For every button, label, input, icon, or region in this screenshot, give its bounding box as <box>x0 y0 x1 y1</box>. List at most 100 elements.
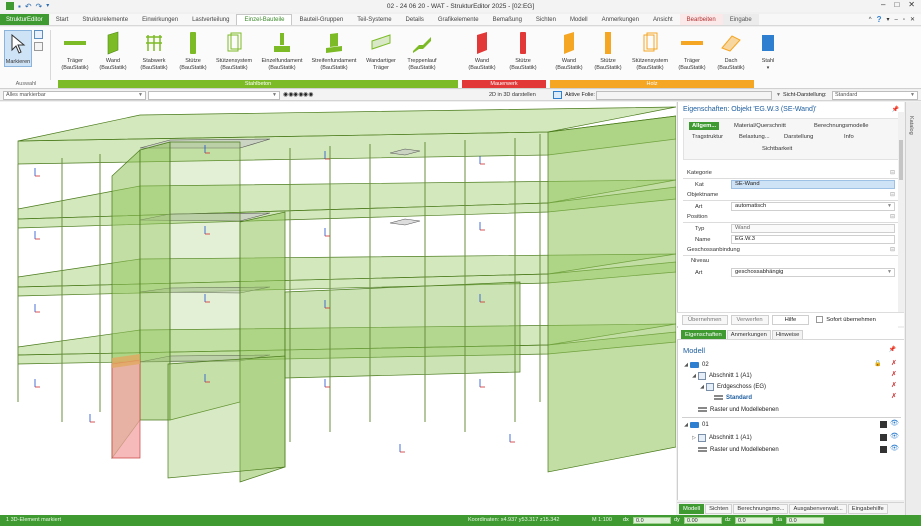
catalog-sidebar[interactable]: Katalog <box>905 102 921 515</box>
doc-restore-icon[interactable]: ▫ <box>903 17 905 23</box>
help-icon[interactable]: ? <box>877 15 882 24</box>
tab-eigenschaften[interactable]: Eigenschaften <box>681 330 726 339</box>
tree-node-erdgeschoss[interactable]: ◢ Erdgeschoss (EG) <box>698 381 766 392</box>
tree-node-02[interactable]: ◢ 02 <box>682 359 709 370</box>
tab-tragstruktur[interactable]: Tragstruktur <box>692 134 723 140</box>
visibility-off-icon[interactable]: ✗ <box>891 370 897 378</box>
help-button[interactable]: Hilfe <box>771 314 810 325</box>
redo-icon[interactable]: ↷ <box>36 2 43 11</box>
art-dropdown[interactable]: automatisch ▼ <box>731 202 895 211</box>
rc-frame-button[interactable]: Stabwerk (BauStatik) <box>134 30 174 71</box>
tab-modell-panel[interactable]: Modell <box>679 504 705 514</box>
checkbox-icon[interactable] <box>880 421 887 428</box>
maximize-button[interactable]: □ <box>894 0 899 9</box>
dy-field[interactable]: 0.00 <box>684 517 722 524</box>
tab-anmerkungen-panel[interactable]: Anmerkungen <box>726 330 771 339</box>
tab-hinweise[interactable]: Hinweise <box>771 330 804 339</box>
tab-bauteil-gruppen[interactable]: Bauteil-Gruppen <box>292 14 350 25</box>
section-kategorie[interactable]: Kategorie ⊟ <box>683 168 899 179</box>
tab-eingabehilfe-panel[interactable]: Eingabehilfe <box>847 504 888 514</box>
masonry-wall-button[interactable]: Wand (BauStatik) <box>462 30 502 71</box>
checkbox-icon[interactable] <box>880 434 887 441</box>
instant-apply-checkbox[interactable] <box>816 316 824 323</box>
doc-close-icon[interactable]: ✕ <box>910 16 915 23</box>
visibility-off-icon[interactable]: ✗ <box>891 359 897 367</box>
tab-einwirkungen[interactable]: Einwirkungen <box>135 14 185 25</box>
eye-icon[interactable]: 👁 <box>890 419 899 427</box>
timber-column-button[interactable]: Stütze (BauStatik) <box>589 30 627 71</box>
tab-allgemein[interactable]: Allgem... <box>689 122 720 130</box>
tab-anmerkungen[interactable]: Anmerkungen <box>595 14 646 25</box>
select-filter-dropdown[interactable]: Alles markierbar ▼ <box>3 91 146 100</box>
dx-field[interactable]: 0.0 <box>633 517 671 524</box>
tab-berechnungsmodelle-panel[interactable]: Berechnungsmo... <box>733 504 789 514</box>
tree-node-raster[interactable]: Raster und Modellebenen <box>698 404 779 415</box>
customize-qa-icon[interactable]: ▾ <box>46 2 49 11</box>
discard-button[interactable]: Verwerfen <box>730 314 769 325</box>
pin-icon[interactable]: 📌 <box>889 346 896 353</box>
rc-strip-footing-button[interactable]: Streifenfundament (BauStatik) <box>308 30 360 71</box>
catalog-label[interactable]: Katalog <box>908 116 914 135</box>
tab-ausgabenverwaltung-panel[interactable]: Ausgabenverwalt... <box>789 504 847 514</box>
niveau-art-dropdown[interactable]: geschossabhängig ▼ <box>731 268 895 277</box>
tab-eingabe[interactable]: Eingabe <box>722 14 759 25</box>
tab-grafikelemente[interactable]: Grafikelemente <box>431 14 486 25</box>
select-button[interactable]: Markieren <box>4 30 32 67</box>
rc-deep-beam-button[interactable]: Wandartiger Träger <box>361 30 401 71</box>
da-field[interactable]: 0.0 <box>786 517 824 524</box>
rc-column-button[interactable]: Stütze (BauStatik) <box>175 30 211 71</box>
collapse-ribbon-icon[interactable]: ^ <box>869 17 872 23</box>
doc-minimize-icon[interactable]: – <box>894 17 897 23</box>
lock-icon[interactable]: 🔒 <box>874 360 881 367</box>
rc-column-system-button[interactable]: Stützensystem (BauStatik) <box>212 30 256 71</box>
2d-in-3d-button[interactable]: 2D in 3D darstellen <box>489 92 536 98</box>
viewport-3d[interactable]: .slab { fill: #a8d27a; fill-opacity: 0.5… <box>0 102 676 515</box>
visibility-off-icon[interactable]: ✗ <box>891 381 897 389</box>
active-layer-field[interactable] <box>596 91 772 100</box>
tab-einzel-bauteile[interactable]: Einzel-Bauteile <box>236 14 293 25</box>
steel-button[interactable]: Stahl ▾ <box>758 30 778 71</box>
binoculars-next-icon[interactable]: ◉◉ <box>303 91 313 98</box>
tab-teil-systeme[interactable]: Teil-Systeme <box>350 14 398 25</box>
tab-lastverteilung[interactable]: Lastverteilung <box>185 14 236 25</box>
tree-node-abschnitt-01[interactable]: ▷ Abschnitt 1 (A1) <box>690 432 752 443</box>
apply-button[interactable]: Übernehmen <box>682 314 728 325</box>
timber-wall-button[interactable]: Wand (BauStatik) <box>550 30 588 71</box>
rc-stair-button[interactable]: Treppenlauf (BauStatik) <box>402 30 442 71</box>
section-geschoss[interactable]: Geschossanbindung ⊟ <box>683 245 899 256</box>
structure-model[interactable]: .slab { fill: #a8d27a; fill-opacity: 0.5… <box>0 102 676 515</box>
select-filter-icon[interactable] <box>34 42 43 51</box>
secondary-dropdown[interactable]: ▼ <box>148 91 280 100</box>
tree-node-standard[interactable]: Standard <box>714 392 752 403</box>
eye-icon[interactable]: 👁 <box>890 444 899 452</box>
kat-field[interactable]: SE-Wand <box>731 180 895 189</box>
binoculars-prev-icon[interactable]: ◉◉ <box>293 91 303 98</box>
tree-node-abschnitt[interactable]: ◢ Abschnitt 1 (A1) <box>690 370 752 381</box>
rc-wall-button[interactable]: Wand (BauStatik) <box>93 30 133 71</box>
checkbox-icon[interactable] <box>880 446 887 453</box>
rc-single-footing-button[interactable]: Einzelfundament (BauStatik) <box>257 30 307 71</box>
visibility-off-icon[interactable]: ✗ <box>891 392 897 400</box>
tab-start[interactable]: Start <box>49 14 76 25</box>
layer-icon[interactable] <box>553 91 562 99</box>
timber-column-system-button[interactable]: Stützensystem (BauStatik) <box>628 30 672 71</box>
tab-bearbeiten[interactable]: Bearbeiten <box>679 14 723 25</box>
select-window-icon[interactable] <box>34 30 43 39</box>
tab-strukturelemente[interactable]: Strukturelemente <box>75 14 135 25</box>
save-icon[interactable]: ▪ <box>18 2 21 11</box>
close-button[interactable]: ✕ <box>908 0 915 9</box>
properties-scrollbar[interactable] <box>898 112 904 337</box>
masonry-column-button[interactable]: Stütze (BauStatik) <box>503 30 543 71</box>
tab-sichtbarkeit[interactable]: Sichtbarkeit <box>762 146 792 152</box>
tree-node-raster-01[interactable]: Raster und Modellebenen <box>698 444 779 455</box>
tree-node-01[interactable]: ◢ 01 <box>682 419 709 430</box>
timber-roof-button[interactable]: Dach (BauStatik) <box>712 30 750 71</box>
tab-bemassung[interactable]: Bemaßung <box>486 14 529 25</box>
dz-field[interactable]: 0.0 <box>735 517 773 524</box>
tab-details[interactable]: Details <box>399 14 431 25</box>
tab-sichten-panel[interactable]: Sichten <box>705 504 733 514</box>
section-position[interactable]: Position ⊟ <box>683 212 899 223</box>
binoculars-icon[interactable]: ◉◉ <box>283 91 293 98</box>
tab-sichten[interactable]: Sichten <box>529 14 563 25</box>
scale-readout[interactable]: M 1:100 <box>592 517 612 523</box>
